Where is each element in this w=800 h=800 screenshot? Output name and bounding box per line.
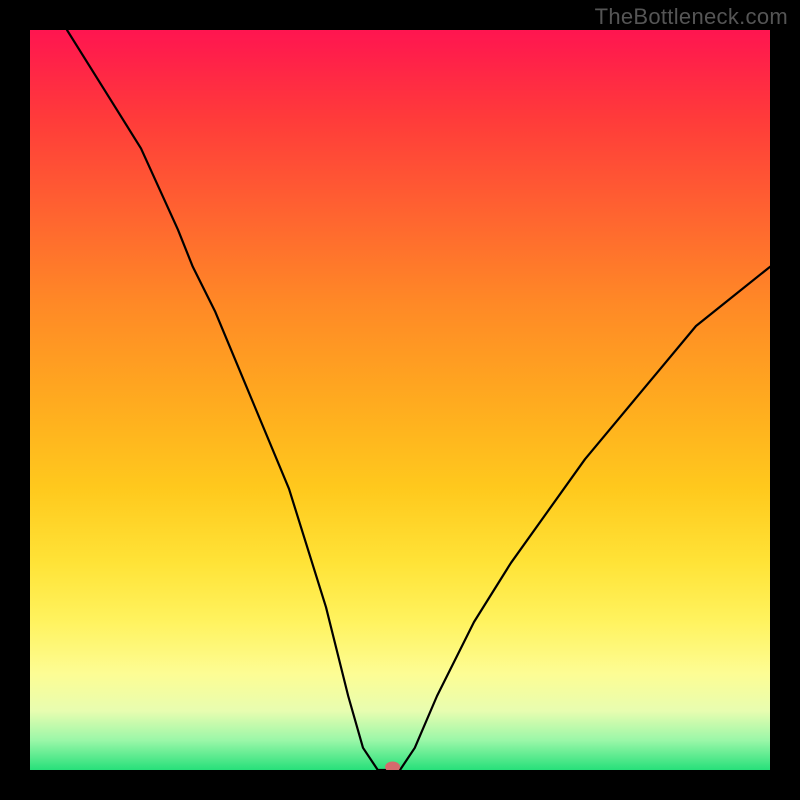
bottleneck-curve xyxy=(67,30,770,770)
bottleneck-chart-svg xyxy=(30,30,770,770)
plot-area xyxy=(30,30,770,770)
minimum-marker xyxy=(386,762,400,770)
watermark-text: TheBottleneck.com xyxy=(595,4,788,30)
chart-frame: TheBottleneck.com xyxy=(0,0,800,800)
